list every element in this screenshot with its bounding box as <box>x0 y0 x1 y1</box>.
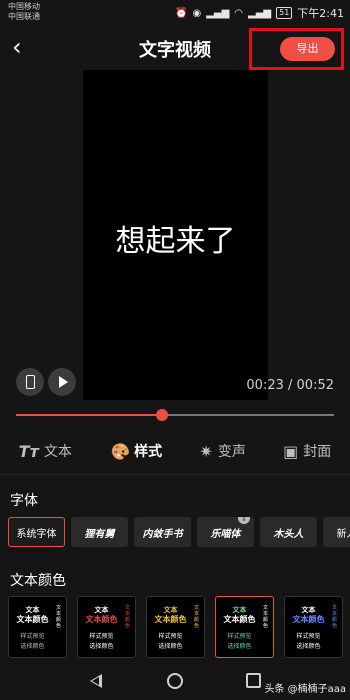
card-line-4: 样式预览 <box>89 633 114 640</box>
nav-recent-icon[interactable] <box>246 673 261 688</box>
font-option[interactable]: 系统字体 <box>8 517 65 547</box>
text-style-icon: Tт <box>18 441 39 461</box>
clock: 下午2:41 <box>297 7 344 20</box>
phone-icon <box>25 375 35 389</box>
system-nav-bar: 头条 @楠楠子aaa <box>0 664 350 700</box>
font-option[interactable]: 新人文 <box>323 517 350 547</box>
font-option-label: 乐喵体 <box>210 528 241 540</box>
divider <box>0 474 350 475</box>
color-option[interactable]: 文本 文本颜色 样式预览 选择颜色 文本颜色 <box>284 596 343 658</box>
nav-back-icon-inner <box>92 677 99 685</box>
time-separator: / <box>283 378 297 393</box>
tab-label: 变声 <box>217 444 246 460</box>
card-vertical-text: 文本颜色 <box>125 605 131 629</box>
card-line-5: 选择颜色 <box>20 643 45 650</box>
portrait-toggle-button[interactable] <box>16 368 44 396</box>
colors-section-title: 文本颜色 <box>10 573 66 589</box>
card-line-2: 文本颜色 <box>292 615 325 624</box>
tab-label: 封面 <box>303 444 332 460</box>
video-preview[interactable]: 想起来了 <box>83 70 268 400</box>
nav-home-icon[interactable] <box>167 673 183 689</box>
tab-text[interactable]: Tт 文本 <box>19 441 72 461</box>
card-line-5: 选择颜色 <box>227 643 252 650</box>
font-list: 系统字体 狸有舅 内敛手书 乐喵体 ↓ 木头人 新人文 <box>8 517 350 547</box>
wifi-icon: ◠ <box>234 7 244 19</box>
color-option[interactable]: 文本 文本颜色 样式预览 选择颜色 文本颜色 <box>77 596 136 658</box>
progress-knob[interactable] <box>156 409 169 421</box>
palette-icon: 🎨 <box>109 441 130 461</box>
font-option[interactable]: 狸有舅 <box>71 517 128 547</box>
tab-label: 文本 <box>43 444 72 460</box>
play-button[interactable] <box>48 368 76 396</box>
battery-indicator: 51 <box>276 7 293 19</box>
font-option[interactable]: 木头人 <box>260 517 317 547</box>
card-line-2: 文本颜色 <box>223 615 256 624</box>
carrier-primary: 中国移动 <box>8 2 40 11</box>
watermark: 头条 @楠楠子aaa <box>264 684 346 695</box>
card-vertical-text: 文本颜色 <box>56 605 62 629</box>
cover-icon: ▣ <box>283 441 299 461</box>
fonts-section-title: 字体 <box>10 493 38 509</box>
download-icon: ↓ <box>238 517 250 524</box>
card-line-4: 样式预览 <box>158 633 183 640</box>
color-list: 文本 文本颜色 样式预览 选择颜色 文本颜色 文本 文本颜色 样式预览 选择颜色… <box>8 596 350 658</box>
app-header: ‹ 文字视频 导出 <box>0 24 350 70</box>
progress-fill <box>16 414 163 416</box>
tab-style[interactable]: 🎨 样式 <box>109 441 162 461</box>
alarm-icon: ⏰ <box>175 7 188 19</box>
card-vertical-text: 文本颜色 <box>194 605 200 629</box>
signal-4g-icon: ▂▄▆ <box>206 7 230 19</box>
tab-cover[interactable]: ▣ 封面 <box>283 441 331 461</box>
status-bar: 中国移动 中国联通 ⏰ ◉ ▂▄▆ ◠ ▂▄▆ 51 下午2:41 <box>0 0 350 24</box>
card-line-5: 选择颜色 <box>89 643 114 650</box>
current-time: 00:23 <box>246 378 284 393</box>
progress-track[interactable] <box>16 414 334 416</box>
voice-change-icon: ✷ <box>199 441 213 461</box>
card-line-2: 文本颜色 <box>154 615 187 624</box>
card-line-4: 样式预览 <box>20 633 45 640</box>
card-vertical-text: 文本颜色 <box>263 605 269 629</box>
card-line-2: 文本颜色 <box>85 615 118 624</box>
carrier-secondary: 中国联通 <box>8 12 40 21</box>
tab-bar: Tт 文本 🎨 样式 ✷ 变声 ▣ 封面 <box>0 430 350 472</box>
preview-text: 想起来了 <box>115 224 236 259</box>
signal-icon: ▂▄▆ <box>248 7 272 19</box>
font-option[interactable]: 乐喵体 ↓ <box>197 517 254 547</box>
color-option[interactable]: 文本 文本颜色 样式预览 选择颜色 文本颜色 <box>215 596 274 658</box>
export-button[interactable]: 导出 <box>280 37 335 61</box>
status-icons: ⏰ ◉ ▂▄▆ ◠ ▂▄▆ 51 下午2:41 <box>175 5 344 21</box>
card-line-4: 样式预览 <box>296 633 321 640</box>
color-option[interactable]: 文本 文本颜色 样式预览 选择颜色 文本颜色 <box>146 596 205 658</box>
card-line-5: 选择颜色 <box>158 643 183 650</box>
play-icon <box>58 376 68 388</box>
time-readout: 00:23 / 00:52 <box>246 378 334 393</box>
font-option[interactable]: 内敛手书 <box>134 517 191 547</box>
card-line-4: 样式预览 <box>227 633 252 640</box>
eye-icon: ◉ <box>192 7 202 19</box>
tab-label: 样式 <box>134 444 163 460</box>
tab-voice[interactable]: ✷ 变声 <box>199 441 245 461</box>
card-line-2: 文本颜色 <box>16 615 49 624</box>
card-line-5: 选择颜色 <box>296 643 321 650</box>
card-vertical-text: 文本颜色 <box>332 605 338 629</box>
color-option[interactable]: 文本 文本颜色 样式预览 选择颜色 文本颜色 <box>8 596 67 658</box>
duration: 00:52 <box>296 378 334 393</box>
